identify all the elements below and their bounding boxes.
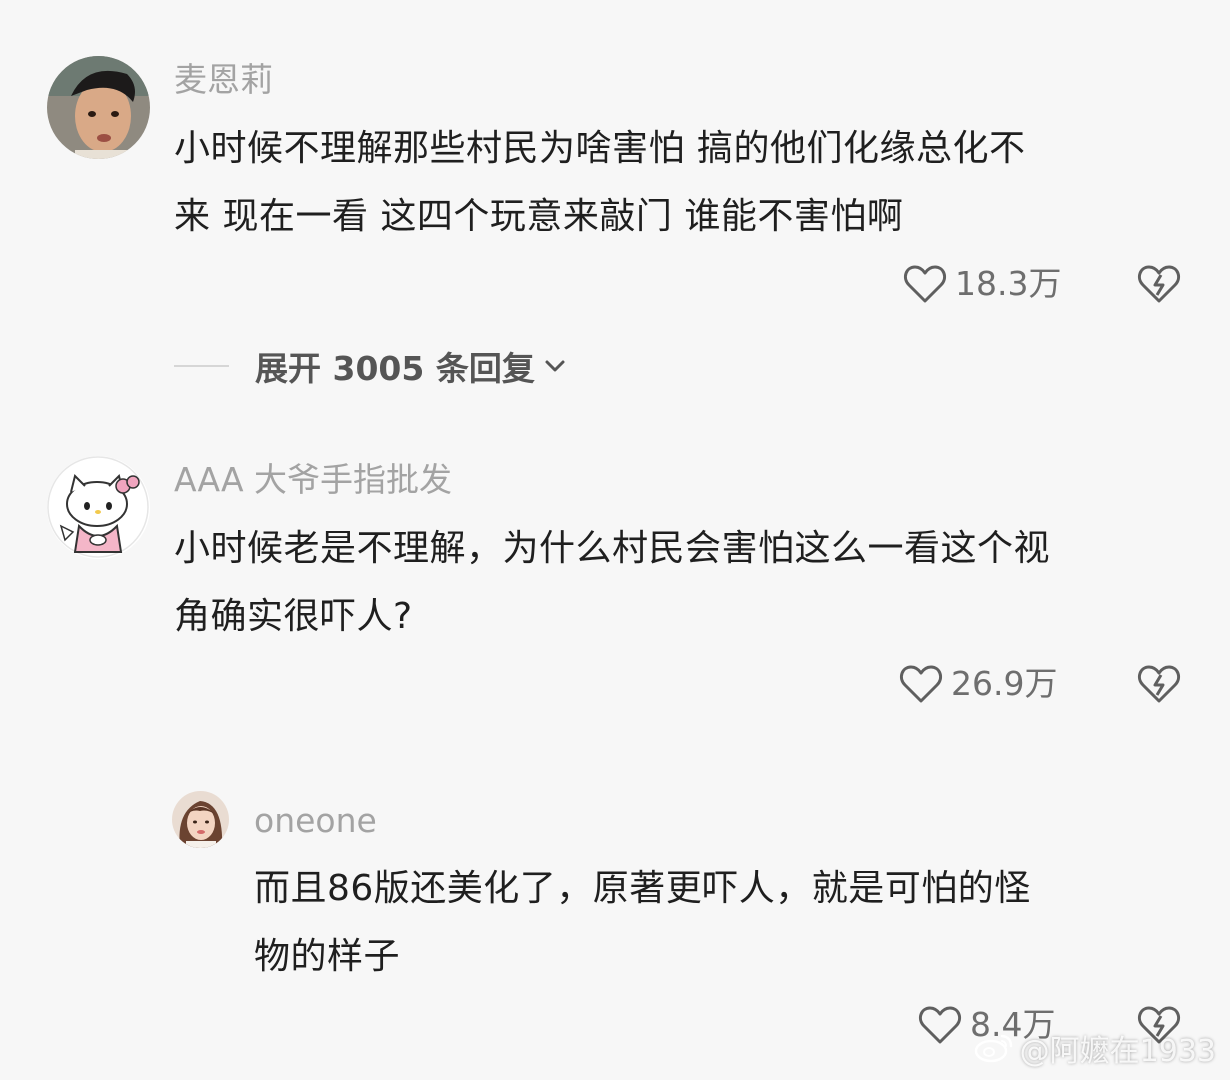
like-count: 26.9万 bbox=[951, 664, 1058, 703]
dislike-button[interactable] bbox=[1137, 263, 1181, 309]
divider-line bbox=[174, 365, 229, 367]
chevron-down-icon bbox=[545, 360, 565, 372]
like-count: 18.3万 bbox=[955, 264, 1062, 303]
username[interactable]: oneone bbox=[254, 801, 377, 841]
heart-icon bbox=[899, 665, 943, 703]
avatar[interactable] bbox=[47, 456, 150, 559]
comment-text-line: 来 现在一看 这四个玩意来敲门 谁能不害怕啊 bbox=[174, 196, 904, 237]
heart-icon bbox=[903, 265, 947, 303]
avatar[interactable] bbox=[172, 791, 229, 848]
person-avatar-icon bbox=[47, 56, 150, 159]
username[interactable]: AAA 大爷手指批发 bbox=[174, 460, 452, 500]
hello-kitty-avatar-icon bbox=[47, 456, 150, 559]
comment-text: 小时候老是不理解，为什么村民会害怕这么一看这个视 角确实很吓人? bbox=[174, 515, 1194, 651]
avatar[interactable] bbox=[47, 56, 150, 159]
comment-text-line: 而且86版还美化了，原著更吓人，就是可怕的怪 bbox=[254, 868, 1031, 909]
username[interactable]: 麦恩莉 bbox=[174, 60, 273, 100]
like-button[interactable]: 18.3万 bbox=[903, 264, 1061, 304]
watermark-text: @阿嬷在1933 bbox=[1019, 1034, 1216, 1069]
woman-avatar-icon bbox=[172, 791, 229, 848]
watermark: @阿嬷在1933 bbox=[974, 1026, 1216, 1070]
weibo-logo-icon bbox=[974, 1034, 1012, 1063]
broken-heart-icon bbox=[1137, 265, 1181, 303]
comment-text: 而且86版还美化了，原著更吓人，就是可怕的怪 物的样子 bbox=[254, 855, 1194, 991]
comment-text: 小时候不理解那些村民为啥害怕 搞的他们化缘总化不 来 现在一看 这四个玩意来敲门… bbox=[174, 115, 1184, 251]
expand-replies[interactable]: 展开 3005 条回复 bbox=[174, 342, 567, 390]
comment-text-line: 角确实很吓人? bbox=[174, 596, 413, 637]
comment-text-line: 小时候老是不理解，为什么村民会害怕这么一看这个视 bbox=[174, 528, 1051, 569]
comment-text-line: 小时候不理解那些村民为啥害怕 搞的他们化缘总化不 bbox=[174, 128, 1026, 169]
dislike-button[interactable] bbox=[1137, 663, 1181, 709]
heart-icon bbox=[918, 1006, 962, 1044]
comment-text-line: 物的样子 bbox=[254, 936, 401, 977]
broken-heart-icon bbox=[1137, 665, 1181, 703]
like-button[interactable]: 26.9万 bbox=[899, 664, 1057, 704]
expand-replies-label: 展开 3005 条回复 bbox=[255, 349, 535, 388]
